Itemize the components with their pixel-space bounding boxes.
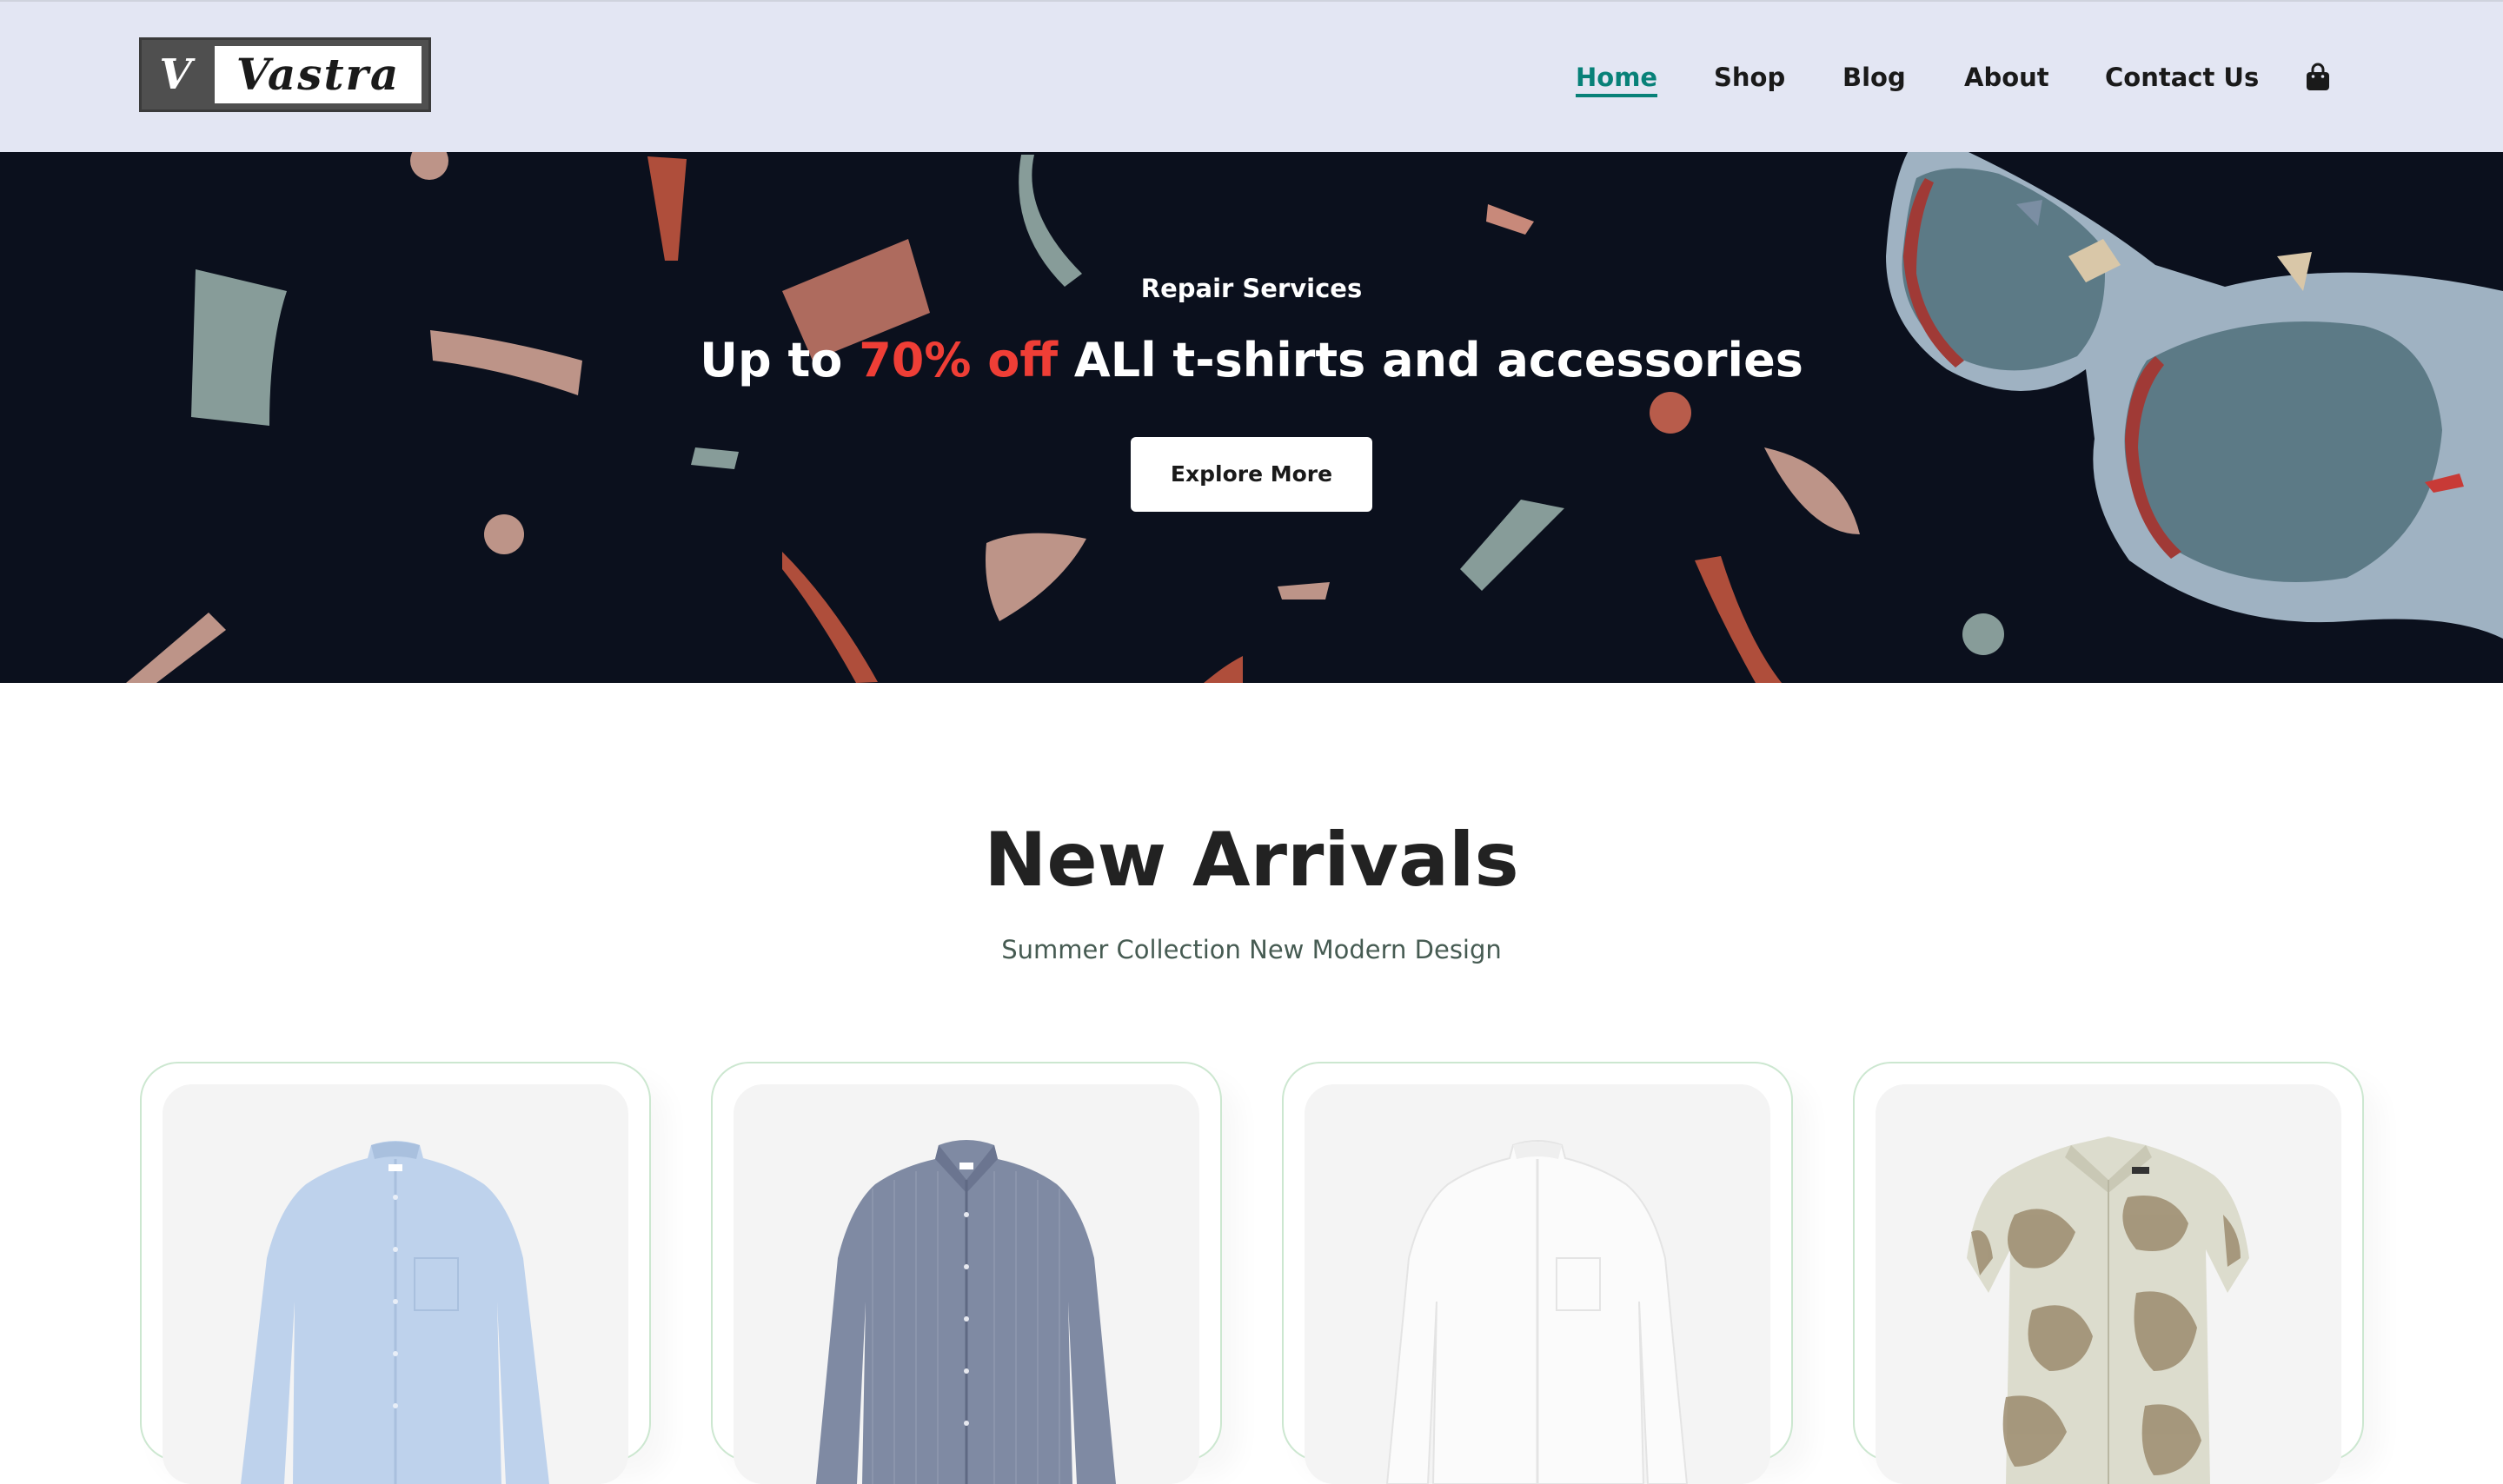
product-card[interactable] — [711, 1062, 1222, 1484]
product-card[interactable] — [140, 1062, 651, 1484]
hero-banner: Repair Services Up to 70% off ALl t-shir… — [0, 152, 2503, 683]
section-title: New Arrivals — [984, 817, 1519, 904]
product-card[interactable] — [1282, 1062, 1793, 1484]
logo-name-box: Vastra — [215, 46, 422, 103]
hero-kicker: Repair Services — [1140, 274, 1363, 303]
hero-title: Up to 70% off ALl t-shirts and accessori… — [0, 333, 2503, 388]
logo-initial: V — [159, 50, 192, 99]
hero-title-suffix: ALl t-shirts and accessories — [1073, 333, 1803, 388]
site-header: V Vastra Home Shop Blog About Contact Us — [0, 0, 2503, 152]
white-shirt-image — [1385, 1140, 1689, 1484]
hero-title-prefix: Up to — [700, 333, 843, 388]
nav-home[interactable]: Home — [1576, 56, 1658, 99]
logo-name: Vastra — [236, 49, 401, 100]
product-image-floral-print-shirt[interactable] — [1876, 1084, 2341, 1484]
product-image-light-blue-shirt[interactable] — [163, 1084, 628, 1484]
nav-blog[interactable]: Blog — [1842, 56, 1906, 99]
grey-striped-shirt-image — [816, 1140, 1116, 1484]
nav-shop[interactable]: Shop — [1714, 56, 1785, 99]
nav-home-label: Home — [1576, 63, 1658, 92]
explore-more-button[interactable]: Explore More — [1131, 437, 1372, 512]
shopping-bag-icon[interactable] — [2305, 63, 2331, 92]
section-subtitle: Summer Collection New Modern Design — [1001, 935, 1502, 964]
hero-confetti-background — [126, 152, 2503, 683]
light-blue-shirt-image — [241, 1141, 549, 1484]
nav-active-underline — [1576, 94, 1658, 97]
hero-title-discount: 70% off — [859, 333, 1059, 388]
hero-sunglasses-image — [1886, 152, 2503, 639]
product-image-white-shirt[interactable] — [1305, 1084, 1770, 1484]
nav-contact-us[interactable]: Contact Us — [2105, 56, 2259, 99]
logo[interactable]: V Vastra — [139, 37, 431, 112]
nav-about[interactable]: About — [1964, 56, 2049, 99]
product-image-grey-striped-shirt[interactable] — [734, 1084, 1199, 1484]
floral-print-shirt-image — [1967, 1136, 2249, 1484]
product-card[interactable] — [1853, 1062, 2364, 1484]
